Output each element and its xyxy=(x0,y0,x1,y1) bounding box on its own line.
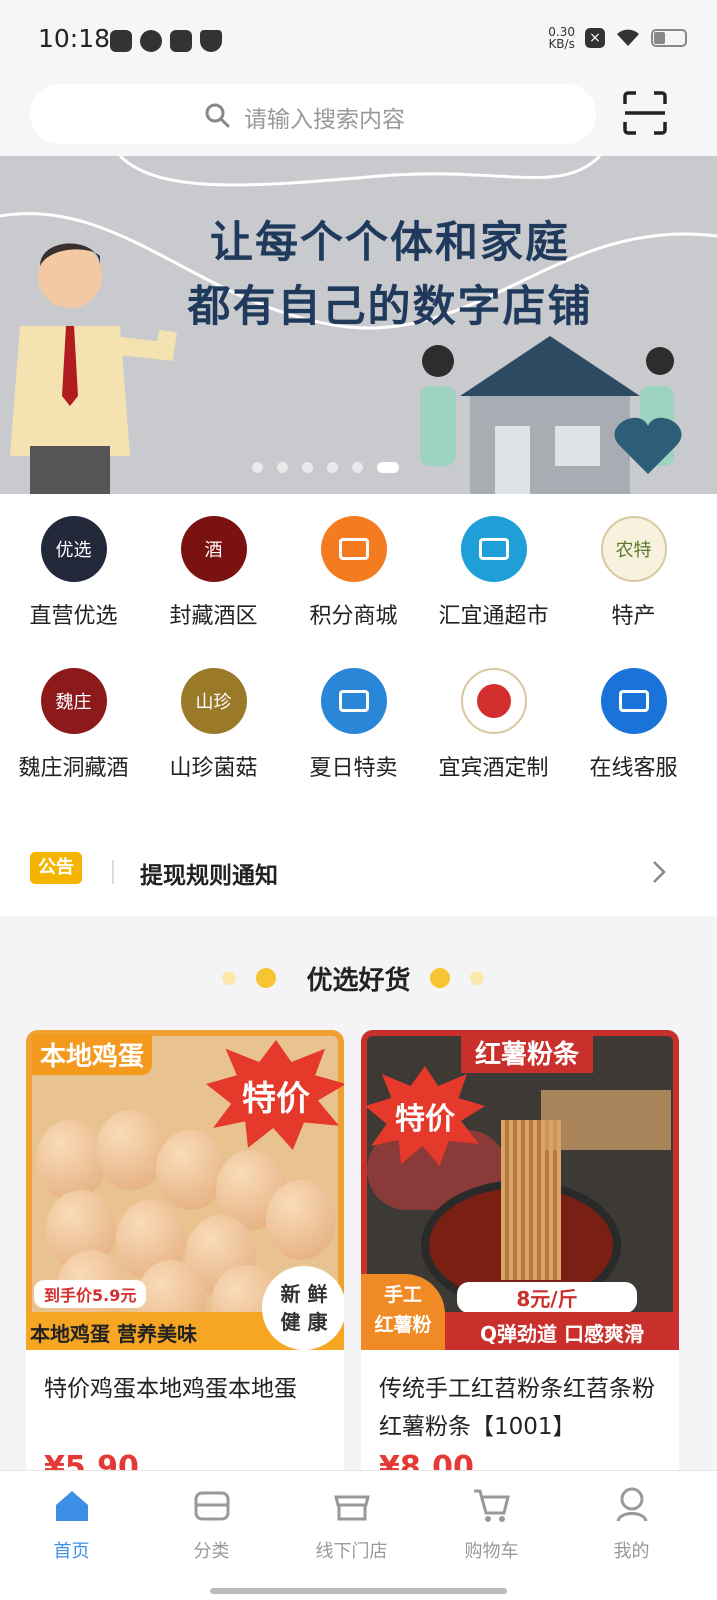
category-label: 汇宜通超市 xyxy=(438,604,549,629)
category-item[interactable]: 魏庄 魏庄洞藏酒 xyxy=(2,668,145,782)
category-item[interactable]: 宜宾酒定制 xyxy=(422,668,565,782)
farm-logo: 农特 xyxy=(600,516,667,582)
category-label: 夏日特卖 xyxy=(309,756,398,781)
product-card[interactable]: 本地鸡蛋 特价 到手价5.9元 本地鸡蛋 营养美味 新 鲜 健 康 特价鸡蛋本地… xyxy=(26,1030,344,1490)
bottom-tab-bar: 首页 分类 线下门店 购物车 我的 xyxy=(0,1470,717,1600)
close-notification-icon: × xyxy=(585,28,605,48)
category-grid: 优选 直营优选酒封藏酒区 积分商城 汇宜通超市 农特 特产 魏庄 魏庄洞藏酒 山珍 山珍菌菇 夏日特… xyxy=(0,494,717,814)
banner-headline-2: 都有自己的数字店铺 xyxy=(187,282,593,332)
pagination-dot[interactable] xyxy=(252,462,263,473)
hand-price-label: 到手价5.9元 xyxy=(34,1280,147,1308)
category-item[interactable]: 农特 特产 xyxy=(562,516,705,630)
announcement-badge: 公告 xyxy=(30,852,82,884)
category-label: 积分商城 xyxy=(309,604,398,629)
category-label: 特产 xyxy=(611,604,656,629)
notification-icon xyxy=(110,30,132,52)
category-icon xyxy=(194,1491,229,1521)
category-item[interactable]: 在线客服 xyxy=(562,668,705,782)
profile-icon xyxy=(616,1487,647,1522)
product-card[interactable]: 红薯粉条 特价 手工 红薯粉 8元/斤 Q弹劲道 口感爽滑 传统手工红苕粉条红苕… xyxy=(361,1030,679,1490)
search-bar: 请输入搜索内容 xyxy=(0,80,717,156)
category-label: 宜宾酒定制 xyxy=(438,756,549,781)
pagination-dot[interactable] xyxy=(352,462,363,473)
scan-icon[interactable] xyxy=(622,90,668,136)
tab-label: 分类 xyxy=(193,1541,230,1562)
mushroom-logo: 山珍 xyxy=(180,668,247,734)
youxuan-logo: 优选 xyxy=(40,516,107,582)
category-item[interactable]: 优选 直营优选 xyxy=(2,516,145,630)
pagination-dot[interactable] xyxy=(327,462,338,473)
category-item[interactable]: 汇宜通超市 xyxy=(422,516,565,630)
fresh-badge: 新 鲜 健 康 xyxy=(262,1266,344,1350)
category-label: 封藏酒区 xyxy=(169,604,258,629)
battery-level xyxy=(654,32,666,44)
product-name: 特价鸡蛋本地鸡蛋本地蛋 xyxy=(44,1376,297,1402)
tab-category[interactable]: 分类 xyxy=(140,1483,283,1563)
pagination-dot[interactable] xyxy=(302,462,313,473)
category-item[interactable]: 山珍 山珍菌菇 xyxy=(142,668,285,782)
handmade-badge: 手工 红薯粉 xyxy=(361,1274,445,1350)
home-icon xyxy=(55,1491,88,1521)
icecream-icon xyxy=(320,668,387,734)
store-icon xyxy=(460,516,527,582)
network-speed-unit: KB/s xyxy=(548,37,575,51)
pagination-dot[interactable] xyxy=(277,462,288,473)
category-label: 魏庄洞藏酒 xyxy=(18,756,129,781)
tab-shopping-cart[interactable]: 购物车 xyxy=(420,1483,563,1563)
product-image-title: 本地鸡蛋 xyxy=(32,1034,153,1075)
pagination-dot[interactable] xyxy=(377,462,399,473)
announcement-text: 提现规则通知 xyxy=(140,863,278,889)
announcement-divider xyxy=(112,860,114,884)
section-dot xyxy=(470,971,484,985)
tab-label: 线下门店 xyxy=(315,1541,388,1562)
category-label: 在线客服 xyxy=(589,756,678,781)
banner-pagination xyxy=(252,462,399,473)
search-icon xyxy=(205,103,230,128)
status-bar: 10:18 0.30 KB/s × xyxy=(0,0,717,80)
promo-banner[interactable]: 让每个个体和家庭 都有自己的数字店铺 xyxy=(0,156,717,494)
product-name: 传统手工红苕粉条红苕条粉红薯粉条【1001】 xyxy=(379,1376,655,1440)
search-input[interactable]: 请输入搜索内容 xyxy=(30,84,596,144)
store-front-icon xyxy=(333,1495,370,1521)
app-grid-icon xyxy=(170,30,192,52)
unit-price-label: 8元/斤 xyxy=(457,1282,637,1313)
product-image-title: 红薯粉条 xyxy=(461,1032,594,1073)
category-label: 山珍菌菇 xyxy=(169,756,258,781)
network-speed: 0.30 KB/s xyxy=(548,26,575,50)
product-slogan: Q弹劲道 口感爽滑 xyxy=(445,1312,679,1350)
announcement-bar[interactable]: 公告 提现规则通知 xyxy=(0,814,717,916)
tab-store-front[interactable]: 线下门店 xyxy=(280,1483,423,1563)
search-placeholder: 请输入搜索内容 xyxy=(244,107,405,133)
check-badge-icon xyxy=(140,30,162,52)
weizhuang-logo: 魏庄 xyxy=(40,668,107,734)
tab-label: 购物车 xyxy=(464,1541,519,1562)
shield-icon xyxy=(200,30,222,52)
tab-profile[interactable]: 我的 xyxy=(560,1483,703,1563)
category-label: 直营优选 xyxy=(29,604,118,629)
status-time: 10:18 xyxy=(38,24,111,53)
product-image: 本地鸡蛋 特价 到手价5.9元 本地鸡蛋 营养美味 新 鲜 健 康 xyxy=(26,1030,344,1350)
tab-home[interactable]: 首页 xyxy=(0,1483,143,1563)
wifi-icon xyxy=(617,29,639,46)
liquor-seal-logo: 酒 xyxy=(180,516,247,582)
category-item[interactable]: 夏日特卖 xyxy=(282,668,425,782)
section-dot xyxy=(430,968,450,988)
tab-label: 我的 xyxy=(613,1541,650,1562)
category-item[interactable]: 酒封藏酒区 xyxy=(142,516,285,630)
battery-icon xyxy=(651,29,687,47)
headset-icon xyxy=(600,668,667,734)
tab-label: 首页 xyxy=(53,1541,90,1562)
custom-liquor-logo xyxy=(460,668,527,734)
cart-icon xyxy=(320,516,387,582)
category-item[interactable]: 积分商城 xyxy=(282,516,425,630)
home-indicator xyxy=(210,1588,507,1594)
product-image: 红薯粉条 特价 手工 红薯粉 8元/斤 Q弹劲道 口感爽滑 xyxy=(361,1030,679,1350)
shopping-cart-icon xyxy=(473,1489,510,1522)
section-title: 优选好货 xyxy=(306,966,411,996)
banner-headline-1: 让每个个体和家庭 xyxy=(210,218,570,268)
chevron-right-icon xyxy=(653,861,666,883)
